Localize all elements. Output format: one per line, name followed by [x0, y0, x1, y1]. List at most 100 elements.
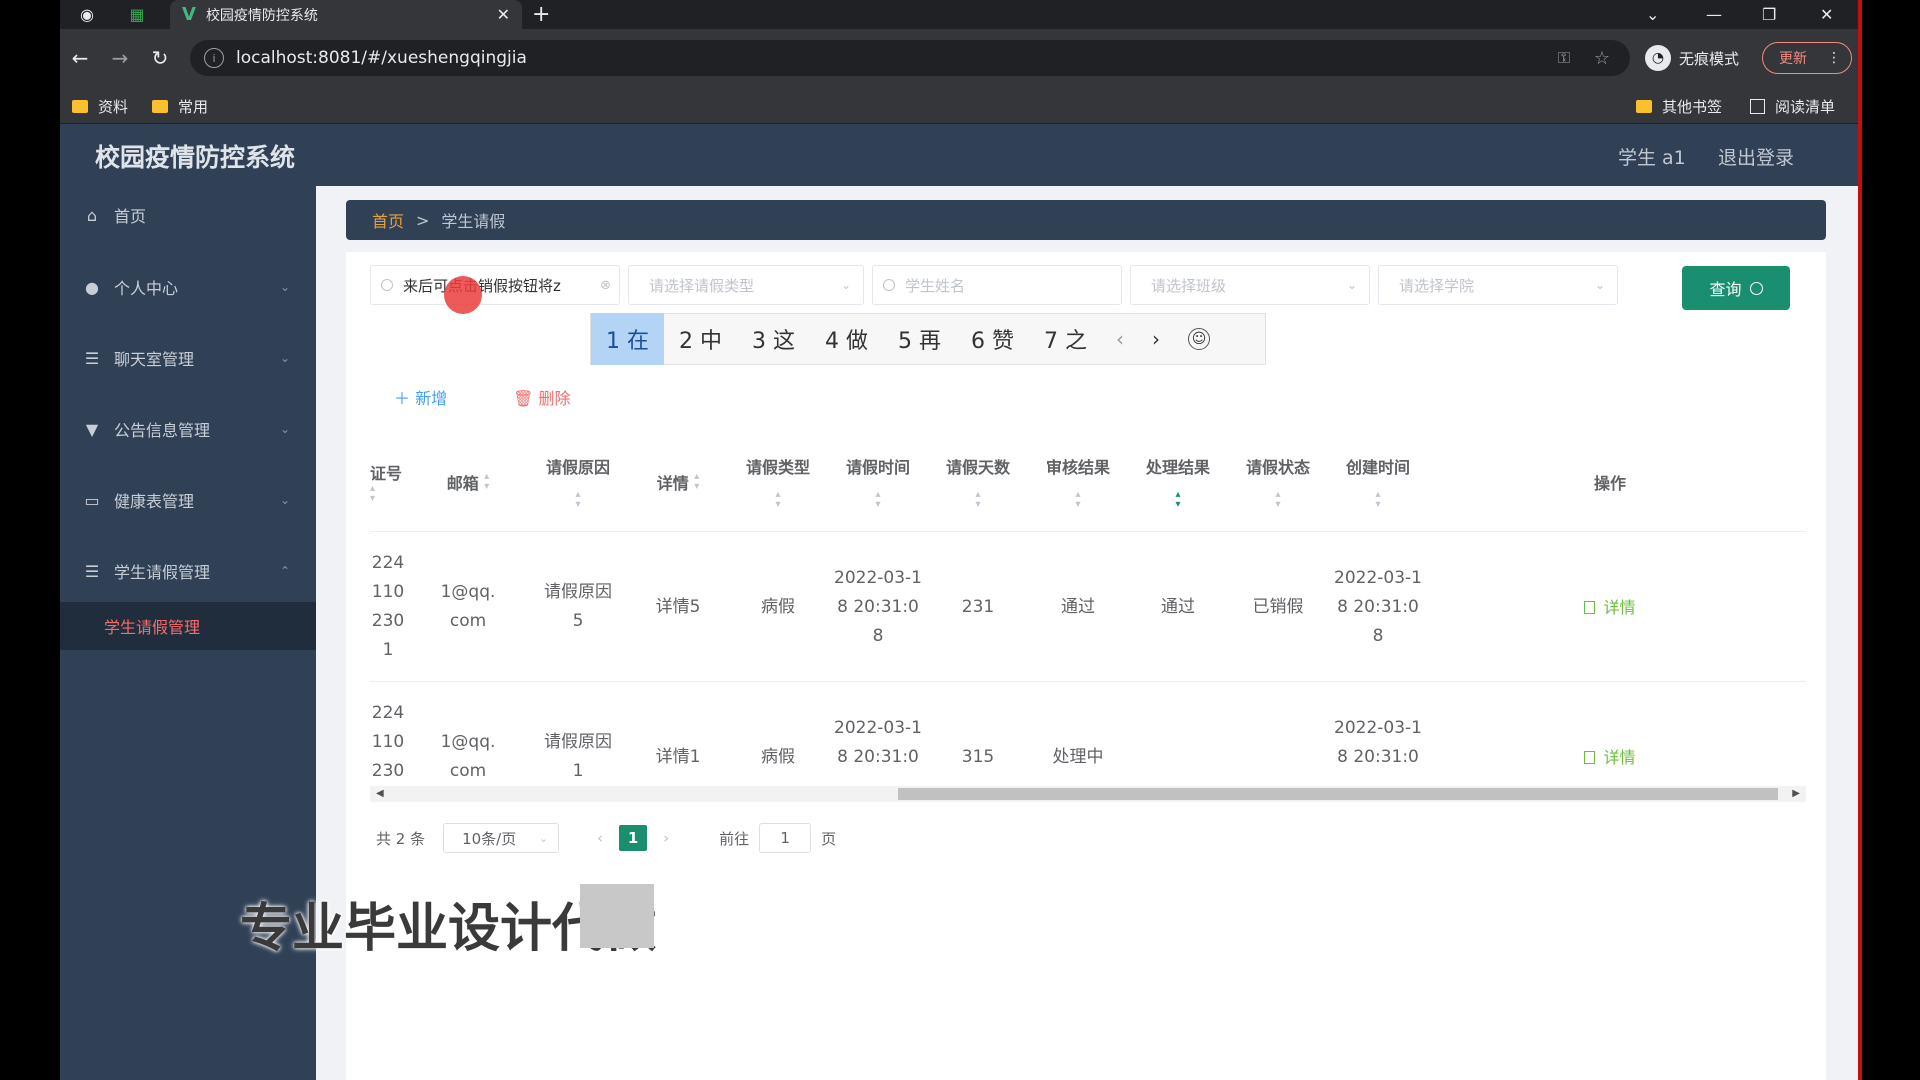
page-number-active[interactable]: 1: [619, 825, 648, 851]
reading-list[interactable]: 阅读清单: [1750, 95, 1835, 117]
leave-type-select[interactable]: 请选择请假类型 ⌄: [628, 265, 864, 305]
sort-icon[interactable]: ▴ ▾: [575, 490, 580, 510]
sort-icon[interactable]: ▴ ▾: [875, 490, 880, 510]
cell-detail: 详情5: [655, 596, 701, 617]
bookmark-folder-ziliao[interactable]: 资料: [72, 95, 128, 117]
breadcrumb-home[interactable]: 首页: [372, 208, 404, 232]
horizontal-scrollbar[interactable]: ◀ ▶: [370, 786, 1806, 802]
window-close-icon[interactable]: ✕: [1820, 0, 1833, 29]
query-button[interactable]: 查询: [1682, 266, 1790, 310]
sort-asc-icon[interactable]: ▴ ▾: [1175, 490, 1180, 510]
clear-icon[interactable]: ⊗: [600, 278, 611, 293]
col-label: 创建时间: [1345, 458, 1410, 477]
delete-button[interactable]: 🗑 删除: [513, 385, 570, 409]
tab-search-chevron-icon[interactable]: ⌄: [1646, 0, 1659, 29]
chevron-down-icon: ⌄: [1594, 278, 1605, 292]
next-page-icon[interactable]: ›: [653, 829, 679, 847]
sidebar-item-profile[interactable]: ● 个人中心 ⌄: [60, 262, 316, 312]
sidebar-item-leave[interactable]: ☰ 学生请假管理 ⌃: [60, 546, 316, 596]
sidebar-subitem-leave-manage[interactable]: 学生请假管理: [60, 602, 316, 650]
breadcrumb-separator: >: [416, 210, 430, 230]
folder-icon: [72, 99, 88, 113]
ime-candidate[interactable]: 3 这: [737, 313, 810, 365]
cell-time: 2022-03-18 20:31:08: [828, 682, 928, 777]
page-size-select[interactable]: 10条/页 ⌄: [443, 823, 560, 853]
sidebar-item-notice[interactable]: ▼ 公告信息管理 ⌄: [60, 404, 316, 454]
col-process[interactable]: 处理结果 ▴ ▾: [1128, 432, 1228, 532]
incognito-indicator[interactable]: ◔ 无痕模式: [1645, 44, 1739, 72]
update-button[interactable]: 更新 ⋮: [1762, 42, 1852, 74]
bookmark-label: 资料: [98, 97, 129, 116]
ime-candidate[interactable]: 4 做: [810, 313, 883, 365]
college-select[interactable]: 请选择学院 ⌄: [1378, 265, 1618, 305]
sort-icon[interactable]: ▴ ▾: [1075, 490, 1080, 510]
new-tab-icon[interactable]: +: [532, 2, 550, 27]
other-bookmarks[interactable]: 其他书签: [1636, 95, 1722, 117]
col-days[interactable]: 请假天数 ▴ ▾: [928, 432, 1028, 532]
scrollbar-thumb[interactable]: [898, 788, 1778, 800]
col-time[interactable]: 请假时间 ▴ ▾: [828, 432, 928, 532]
sort-icon[interactable]: ▴ ▾: [775, 490, 780, 510]
reason-search-input[interactable]: 来后可点击销假按钮将z ⊗: [370, 265, 620, 305]
ime-candidate[interactable]: 5 再: [883, 313, 956, 365]
col-type[interactable]: 请假类型 ▴ ▾: [728, 432, 828, 532]
active-tab[interactable]: V 校园疫情防控系统 ✕: [170, 0, 522, 29]
col-email[interactable]: 邮箱 ▴ ▾: [418, 432, 518, 532]
profile-globe-icon[interactable]: ◉: [76, 3, 98, 25]
ime-next-page-icon[interactable]: ›: [1138, 327, 1174, 351]
col-created[interactable]: 创建时间 ▴ ▾: [1328, 432, 1428, 532]
ime-candidate[interactable]: 6 赞: [956, 313, 1029, 365]
col-audit[interactable]: 审核结果 ▴ ▾: [1028, 432, 1128, 532]
sidebar-item-chatroom[interactable]: ☰ 聊天室管理 ⌄: [60, 333, 316, 383]
col-id[interactable]: 证号 ▴ ▾: [370, 432, 410, 532]
emoji-icon[interactable]: ☺: [1188, 328, 1210, 350]
sidebar-item-health[interactable]: ▭ 健康表管理 ⌄: [60, 475, 316, 525]
ime-candidate[interactable]: 7 之: [1029, 313, 1102, 365]
password-key-icon[interactable]: ⚿: [1558, 48, 1570, 68]
sort-icon[interactable]: ▴ ▾: [370, 484, 375, 504]
sidebar-item-home[interactable]: ⌂ 首页: [60, 190, 316, 240]
col-reason[interactable]: 请假原因 ▴ ▾: [528, 432, 628, 532]
scroll-left-arrow-icon[interactable]: ◀: [376, 786, 384, 802]
detail-button[interactable]: 详情: [1584, 743, 1636, 772]
class-select[interactable]: 请选择班级 ⌄: [1130, 265, 1370, 305]
student-name-input[interactable]: 学生姓名: [872, 265, 1122, 305]
cell-days: 231: [961, 596, 995, 617]
add-button[interactable]: ＋ 新增: [394, 385, 447, 409]
col-detail[interactable]: 详情 ▴ ▾: [628, 432, 728, 532]
sheet-tab-icon[interactable]: ▦: [126, 3, 148, 25]
sort-icon[interactable]: ▴ ▾: [1275, 490, 1280, 510]
user-icon: ●: [85, 277, 99, 297]
ime-prev-page-icon[interactable]: ‹: [1102, 327, 1138, 351]
bookmark-star-icon[interactable]: ☆: [1594, 48, 1610, 69]
minimize-icon[interactable]: —: [1706, 0, 1722, 29]
forward-icon[interactable]: →: [106, 44, 134, 72]
scroll-right-arrow-icon[interactable]: ▶: [1792, 786, 1800, 802]
menu-dots-icon[interactable]: ⋮: [1827, 50, 1841, 66]
screen: ◉ ▦ V 校园疫情防控系统 ✕ + ⌄ — ❐ ✕ ← → ↻ i local…: [0, 0, 1920, 1080]
sidebar-item-label: 公告信息管理: [114, 421, 211, 440]
cell-status: 已销假: [1252, 596, 1304, 617]
ime-candidate[interactable]: 1 在: [591, 313, 664, 365]
col-label: 操作: [1593, 474, 1626, 493]
close-tab-icon[interactable]: ✕: [497, 5, 510, 24]
bookmark-folder-changyong[interactable]: 常用: [152, 95, 208, 117]
cell-id: 224110230 1: [370, 532, 410, 682]
restore-icon[interactable]: ❐: [1762, 0, 1776, 29]
logout-link[interactable]: 退出登录: [1718, 143, 1794, 170]
col-status[interactable]: 请假状态 ▴ ▾: [1228, 432, 1328, 532]
address-bar[interactable]: i localhost:8081/#/xueshengqingjia ⚿ ☆: [190, 40, 1630, 76]
detail-button[interactable]: 详情: [1584, 593, 1636, 622]
sort-icon[interactable]: ▴ ▾: [694, 472, 699, 492]
prev-page-icon[interactable]: ‹: [587, 829, 613, 847]
sort-icon[interactable]: ▴ ▾: [1375, 490, 1380, 510]
back-icon[interactable]: ←: [66, 44, 94, 72]
ime-candidate[interactable]: 2 中: [664, 313, 737, 365]
sort-icon[interactable]: ▴ ▾: [975, 490, 980, 510]
site-info-icon[interactable]: i: [204, 48, 224, 68]
goto-page-input[interactable]: 1: [759, 823, 812, 853]
sort-icon[interactable]: ▴ ▾: [484, 472, 489, 492]
sidebar-item-label: 首页: [114, 207, 147, 226]
reload-icon[interactable]: ↻: [146, 44, 174, 72]
list-icon: ☰: [84, 561, 100, 581]
